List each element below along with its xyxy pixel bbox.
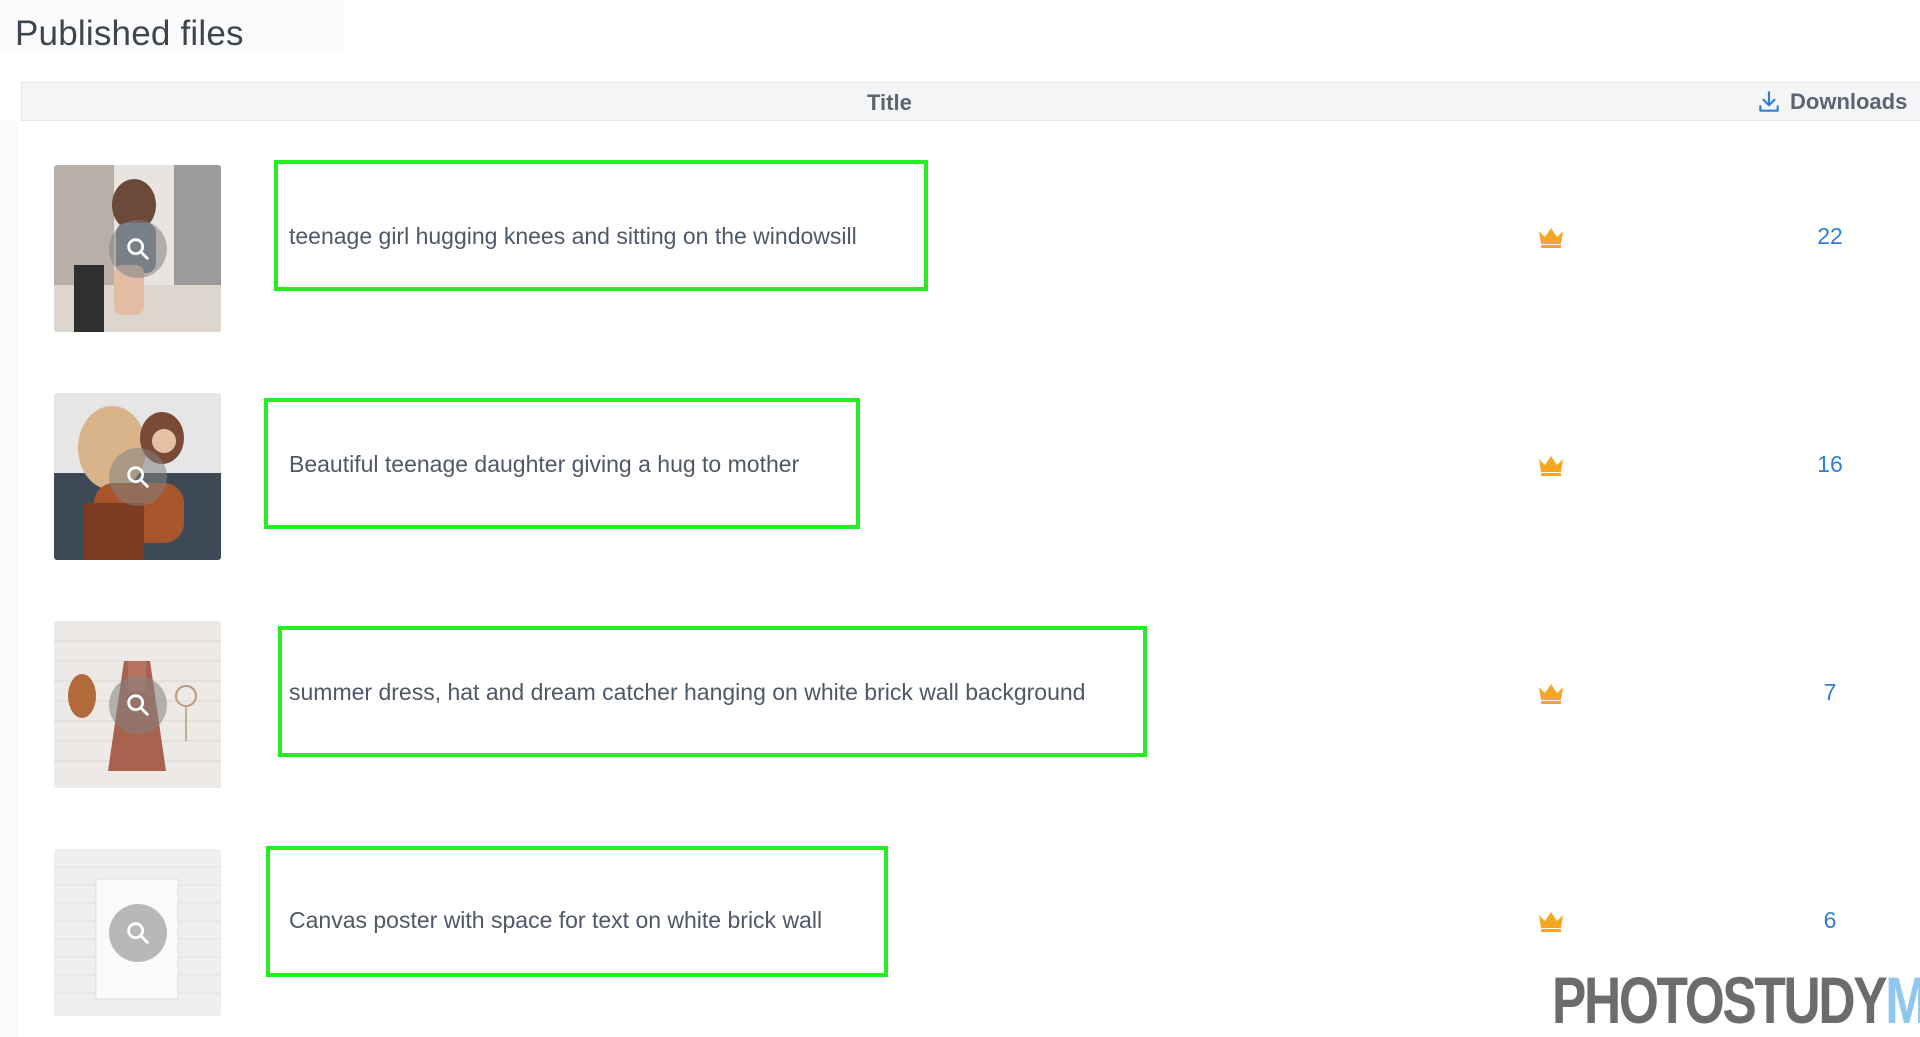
table-row[interactable]: teenage girl hugging knees and sitting o… xyxy=(0,138,1920,366)
zoom-button[interactable] xyxy=(109,220,167,278)
crown-icon xyxy=(1539,228,1563,248)
table-row[interactable]: summer dress, hat and dream catcher hang… xyxy=(0,594,1920,822)
watermark-accent: ME xyxy=(1885,963,1920,1037)
thumbnail-canvas-on-brick-wall[interactable] xyxy=(54,849,221,1016)
magnifier-icon xyxy=(127,922,149,944)
downloads-header-label: Downloads xyxy=(1790,89,1908,114)
thumbnail-dress-hat-dreamcatcher[interactable] xyxy=(54,621,221,788)
column-header-title[interactable]: Title xyxy=(867,90,912,116)
magnifier-icon xyxy=(127,238,149,260)
download-count: 6 xyxy=(1823,907,1837,933)
zoom-button[interactable] xyxy=(109,448,167,506)
watermark-logo: PHOTOSTUDYME xyxy=(1552,962,1920,1037)
zoom-button[interactable] xyxy=(109,676,167,734)
published-files-page: Published files Title Downloads teenage … xyxy=(0,0,1920,1037)
download-count: 16 xyxy=(1817,451,1843,477)
download-icon xyxy=(1759,91,1779,112)
table-row[interactable]: Beautiful teenage daughter giving a hug … xyxy=(0,366,1920,594)
column-header-downloads[interactable]: Downloads xyxy=(1756,89,1907,115)
download-count: 22 xyxy=(1817,223,1843,249)
file-title[interactable]: Canvas poster with space for text on whi… xyxy=(289,907,822,934)
zoom-button[interactable] xyxy=(109,904,167,962)
crown-icon xyxy=(1539,684,1563,704)
thumbnail-daughter-hugging-mother[interactable] xyxy=(54,393,221,560)
watermark-main: PHOTOSTUDY xyxy=(1552,963,1888,1037)
download-count: 7 xyxy=(1823,679,1837,705)
magnifier-icon xyxy=(127,694,149,716)
thumbnail-girl-on-windowsill[interactable] xyxy=(54,165,221,332)
page-title: Published files xyxy=(15,14,244,53)
magnifier-icon xyxy=(127,466,149,488)
file-title[interactable]: Beautiful teenage daughter giving a hug … xyxy=(289,451,799,478)
table-header: Title Downloads xyxy=(21,82,1920,121)
crown-icon xyxy=(1539,456,1563,476)
file-title[interactable]: summer dress, hat and dream catcher hang… xyxy=(289,679,1085,706)
crown-icon xyxy=(1539,912,1563,932)
file-title[interactable]: teenage girl hugging knees and sitting o… xyxy=(289,223,857,250)
